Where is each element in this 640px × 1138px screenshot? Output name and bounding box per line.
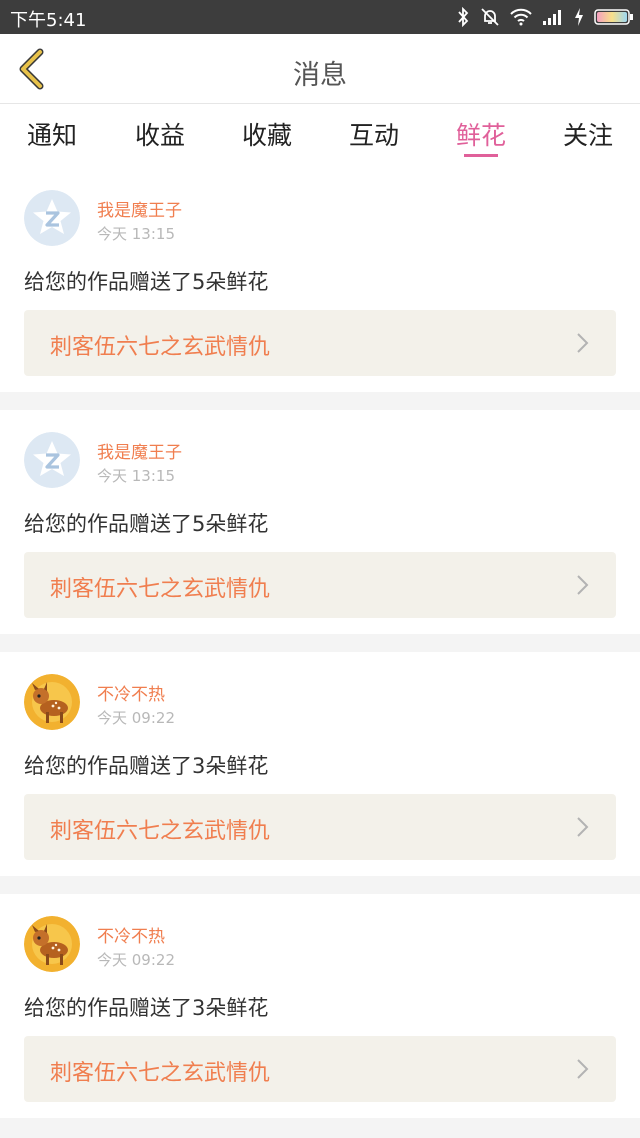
tab-favorites[interactable]: 收藏 [242, 116, 292, 152]
fawn-avatar-icon [24, 674, 80, 730]
work-title: 刺客伍六七之玄武情仇 [50, 819, 271, 844]
avatar[interactable] [24, 432, 80, 488]
chevron-right-icon [577, 817, 589, 837]
work-link[interactable]: 刺客伍六七之玄武情仇 [24, 794, 616, 860]
default-qq-avatar-icon [24, 190, 80, 246]
work-link[interactable]: 刺客伍六七之玄武情仇 [24, 1036, 616, 1102]
avatar[interactable] [24, 916, 80, 972]
bluetooth-icon [456, 7, 470, 27]
avatar[interactable] [24, 190, 80, 246]
mute-bell-icon [480, 7, 500, 27]
wifi-icon [510, 8, 532, 26]
tab-bar: 通知 收益 收藏 互动 鲜花 关注 [0, 104, 640, 168]
signal-icon [542, 9, 564, 25]
sender-name[interactable]: 不冷不热 [97, 922, 165, 947]
status-icons [456, 5, 634, 29]
message-time: 今天 09:22 [97, 951, 175, 969]
chevron-right-icon [577, 333, 589, 353]
active-tab-indicator [464, 154, 498, 157]
chevron-right-icon [577, 575, 589, 595]
tab-flowers[interactable]: 鲜花 [456, 116, 506, 152]
header: 消息 [0, 34, 640, 104]
tab-notifications[interactable]: 通知 [27, 116, 77, 152]
status-bar: 下午5:41 [0, 0, 640, 34]
fawn-avatar-icon [24, 916, 80, 972]
status-time: 下午5:41 [10, 10, 87, 31]
message-time: 今天 13:15 [97, 225, 175, 243]
tab-interactions[interactable]: 互动 [349, 116, 399, 152]
message-card: 我是魔王子 今天 13:15 给您的作品赠送了5朵鲜花 刺客伍六七之玄武情仇 [0, 168, 640, 392]
work-link[interactable]: 刺客伍六七之玄武情仇 [24, 310, 616, 376]
message-time: 今天 09:22 [97, 709, 175, 727]
default-qq-avatar-icon [24, 432, 80, 488]
message-card: 我是魔王子 今天 13:15 给您的作品赠送了5朵鲜花 刺客伍六七之玄武情仇 [0, 410, 640, 634]
charging-icon [574, 8, 584, 26]
page-title: 消息 [293, 60, 347, 91]
work-title: 刺客伍六七之玄武情仇 [50, 1061, 271, 1086]
work-link[interactable]: 刺客伍六七之玄武情仇 [24, 552, 616, 618]
tab-follows[interactable]: 关注 [563, 116, 613, 152]
message-text: 给您的作品赠送了5朵鲜花 [24, 512, 269, 536]
message-time: 今天 13:15 [97, 467, 175, 485]
work-title: 刺客伍六七之玄武情仇 [50, 577, 271, 602]
sender-name[interactable]: 不冷不热 [97, 680, 165, 705]
tab-earnings[interactable]: 收益 [135, 116, 185, 152]
message-card: 不冷不热 今天 09:22 给您的作品赠送了3朵鲜花 刺客伍六七之玄武情仇 [0, 894, 640, 1118]
work-title: 刺客伍六七之玄武情仇 [50, 335, 271, 360]
avatar[interactable] [24, 674, 80, 730]
message-text: 给您的作品赠送了3朵鲜花 [24, 754, 269, 778]
sender-name[interactable]: 我是魔王子 [97, 196, 182, 221]
battery-icon [594, 8, 634, 26]
message-text: 给您的作品赠送了5朵鲜花 [24, 270, 269, 294]
message-card: 不冷不热 今天 09:22 给您的作品赠送了3朵鲜花 刺客伍六七之玄武情仇 [0, 652, 640, 876]
chevron-right-icon [577, 1059, 589, 1079]
sender-name[interactable]: 我是魔王子 [97, 438, 182, 463]
message-text: 给您的作品赠送了3朵鲜花 [24, 996, 269, 1020]
